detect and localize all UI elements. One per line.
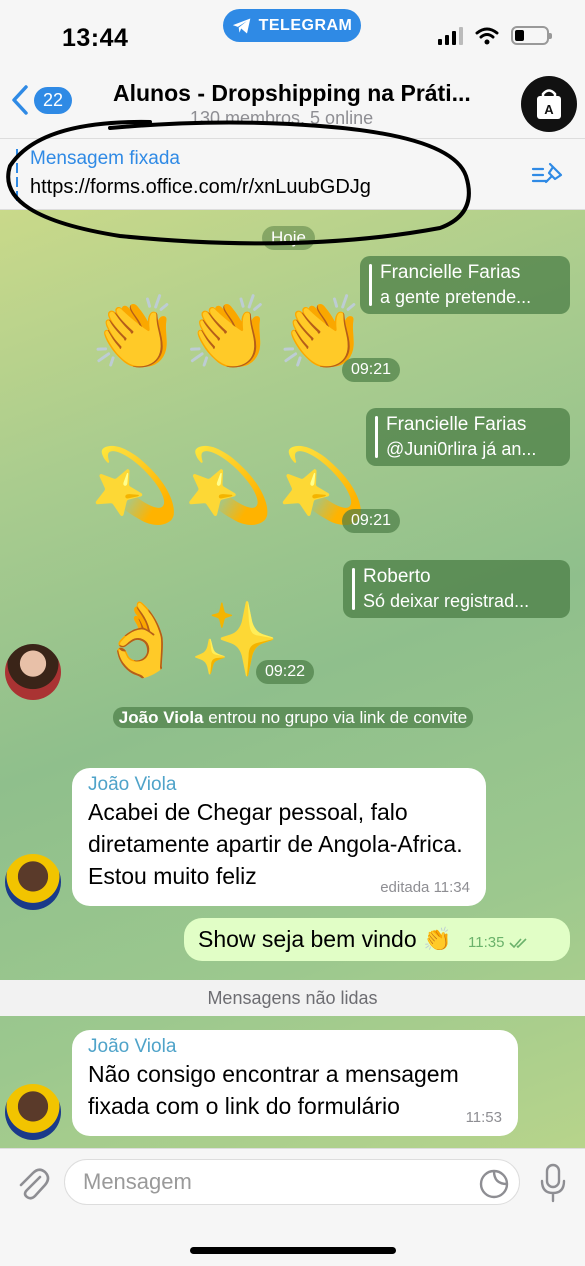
reply-text: a gente pretende... <box>380 287 532 307</box>
message-time-text: 11:35 <box>468 934 505 951</box>
message-time: 09:21 <box>342 509 401 533</box>
reply-preview[interactable]: Francielle Farias a gente pretende... <box>360 256 570 314</box>
chevron-left-icon <box>12 85 28 115</box>
sender-name[interactable]: João Viola <box>88 1036 502 1058</box>
message-text: Show seja bem vindo 👏 <box>198 926 452 952</box>
date-separator: Hoje <box>262 226 315 250</box>
pinned-indicator <box>16 149 18 201</box>
home-indicator <box>190 1247 396 1254</box>
user-avatar[interactable] <box>5 1084 61 1140</box>
user-avatar[interactable] <box>5 644 61 700</box>
battery-icon <box>511 26 552 45</box>
reply-name: Roberto <box>363 566 431 587</box>
chat-title[interactable]: Alunos - Dropshipping na Práti... <box>113 80 503 107</box>
outgoing-message[interactable]: Show seja bem vindo 👏 11:35 <box>184 918 570 961</box>
status-icons <box>438 26 552 45</box>
chat-area[interactable]: Hoje Francielle Farias a gente pretende.… <box>0 210 585 1148</box>
message-meta: editada 11:34 <box>380 879 470 896</box>
chat-subtitle: 130 membros, 5 online <box>190 108 374 128</box>
reply-preview[interactable]: Roberto Só deixar registrad... <box>343 560 570 618</box>
svg-text:A: A <box>544 102 554 117</box>
unread-divider: Mensagens não lidas <box>0 980 585 1016</box>
telegram-pill-label: TELEGRAM <box>258 16 353 34</box>
service-message: João Viola entrou no grupo via link de c… <box>112 706 474 730</box>
sticker-icon[interactable] <box>478 1168 510 1200</box>
user-avatar[interactable] <box>5 854 61 910</box>
message-input[interactable] <box>64 1159 520 1205</box>
message-text: Acabei de Chegar pessoal, falo diretamen… <box>88 799 463 889</box>
pinned-message-bar[interactable]: Mensagem fixada https://forms.office.com… <box>0 138 585 210</box>
status-time: 13:44 <box>62 24 129 52</box>
message-time: 11:53 <box>465 1109 502 1126</box>
reply-name: Francielle Farias <box>386 414 527 435</box>
paperclip-icon[interactable] <box>14 1163 50 1203</box>
microphone-icon[interactable] <box>538 1163 568 1203</box>
back-button[interactable]: 22 <box>10 84 73 116</box>
telegram-pill[interactable]: TELEGRAM <box>223 9 361 42</box>
telegram-icon <box>232 18 250 33</box>
sender-name[interactable]: João Viola <box>88 774 470 796</box>
cellular-signal-icon <box>438 26 463 45</box>
reply-text: Só deixar registrad... <box>363 591 530 611</box>
reply-name: Francielle Farias <box>380 262 521 283</box>
incoming-message[interactable]: João Viola Acabei de Chegar pessoal, fal… <box>72 768 486 906</box>
incoming-message[interactable]: João Viola Não consigo encontrar a mensa… <box>72 1030 518 1136</box>
reply-text: @Juni0rlira já an... <box>386 439 537 459</box>
emoji-message[interactable]: 👏👏👏 <box>90 298 371 370</box>
message-text: Não consigo encontrar a mensagem fixada … <box>88 1061 459 1119</box>
service-user-name[interactable]: João Viola <box>119 708 204 727</box>
pinned-title: Mensagem fixada <box>30 148 180 169</box>
service-text: entrou no grupo via link de convite <box>208 708 468 727</box>
message-time: 11:35 <box>468 934 529 951</box>
emoji-message[interactable]: 💫💫💫 <box>90 450 371 522</box>
emoji-message[interactable]: 👌✨ <box>96 604 283 676</box>
group-avatar[interactable]: A <box>521 76 577 132</box>
double-check-icon <box>509 938 527 949</box>
chat-header: 22 Alunos - Dropshipping na Práti... 130… <box>0 68 585 138</box>
status-bar: 13:44 TELEGRAM <box>0 0 585 68</box>
wifi-icon <box>475 27 499 44</box>
pinned-text: https://forms.office.com/r/xnLuubGDJg <box>30 176 371 198</box>
pin-list-icon[interactable] <box>531 161 563 187</box>
unread-count-badge: 22 <box>34 86 73 114</box>
reply-preview[interactable]: Francielle Farias @Juni0rlira já an... <box>366 408 570 466</box>
message-time: 09:21 <box>342 358 401 382</box>
message-time: 09:22 <box>256 660 315 684</box>
input-bar <box>0 1148 585 1266</box>
shopping-bag-icon: A <box>537 89 561 119</box>
